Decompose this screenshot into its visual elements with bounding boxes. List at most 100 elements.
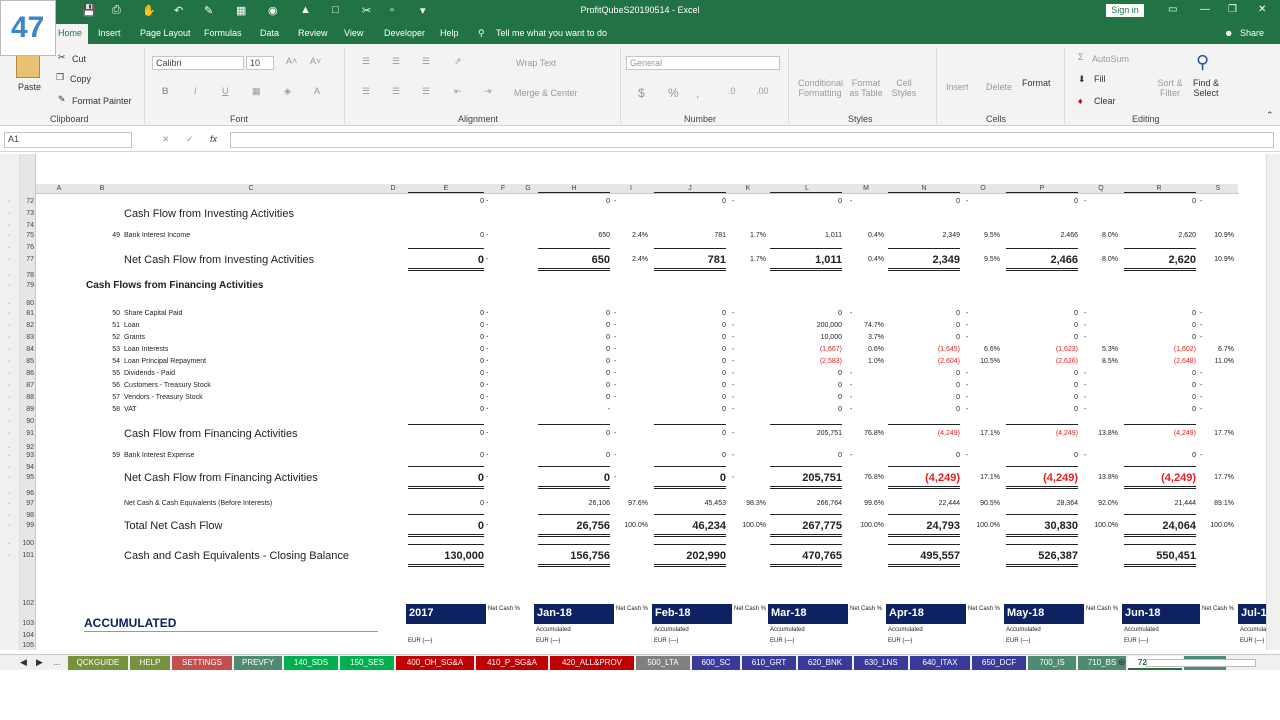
format-cells-button[interactable]: Format [1022, 78, 1051, 88]
pct-cell[interactable]: 74.7% [850, 322, 884, 329]
value-cell[interactable]: 0 [536, 322, 610, 329]
value-cell[interactable]: 0 [406, 358, 484, 365]
outline-marker[interactable]: · [8, 198, 10, 205]
value-cell[interactable]: 650 [536, 232, 610, 239]
value-cell[interactable]: 1,011 [768, 254, 842, 268]
row-header[interactable]: 93 [20, 452, 36, 459]
value-cell[interactable]: 0 [406, 394, 484, 401]
pct-cell[interactable]: - [614, 382, 648, 389]
pct-cell[interactable]: 99.6% [850, 500, 884, 507]
pct-cell[interactable]: 17.7% [1200, 430, 1234, 437]
outline-marker[interactable]: · [8, 358, 10, 365]
value-cell[interactable]: 0 [536, 452, 610, 459]
align-center-icon[interactable]: ☰ [392, 86, 400, 97]
row-header[interactable]: 105 [20, 642, 36, 649]
outdent-icon[interactable]: ⇥ [484, 86, 492, 97]
value-cell[interactable]: 0 [406, 452, 484, 459]
value-cell[interactable]: 2,466 [1004, 232, 1078, 239]
pct-cell[interactable]: - [614, 394, 648, 401]
fill-button[interactable]: Fill [1094, 74, 1106, 84]
row-header[interactable]: 95 [20, 474, 36, 481]
value-cell[interactable]: 2,466 [1004, 254, 1078, 268]
grow-font-icon[interactable]: A˄ [286, 56, 297, 66]
outline-marker[interactable]: · [8, 552, 10, 559]
cut-button[interactable]: Cut [72, 54, 86, 64]
column-header-b[interactable]: B [82, 184, 122, 194]
value-cell[interactable]: 0 [768, 452, 842, 459]
tab-home[interactable]: Home [52, 24, 89, 44]
formula-input[interactable] [230, 132, 1274, 148]
value-cell[interactable]: 0 [1004, 198, 1078, 205]
pct-cell[interactable]: - [1200, 310, 1234, 317]
close-icon[interactable]: ✕ [1258, 4, 1266, 15]
pct-cell[interactable]: 92.0% [1084, 500, 1118, 507]
row-header[interactable]: 94 [20, 464, 36, 471]
row-header[interactable]: 78 [20, 272, 36, 279]
value-cell[interactable]: 2,349 [886, 254, 960, 268]
value-cell[interactable]: 0 [1004, 322, 1078, 329]
share-button[interactable]: Share [1240, 28, 1264, 38]
value-cell[interactable]: (4,249) [886, 472, 960, 486]
value-cell[interactable]: 0 [406, 500, 484, 507]
outline-marker[interactable]: · [8, 490, 10, 497]
wrap-text-button[interactable]: Wrap Text [516, 58, 556, 68]
value-cell[interactable]: 45,453 [652, 500, 726, 507]
value-cell[interactable]: 0 [536, 358, 610, 365]
outline-marker[interactable]: · [8, 370, 10, 377]
pct-cell[interactable]: - [732, 430, 766, 437]
value-cell[interactable]: 156,756 [536, 550, 610, 564]
pct-cell[interactable]: - [1084, 334, 1118, 341]
pct-cell[interactable]: - [614, 334, 648, 341]
row-header[interactable]: 96 [20, 490, 36, 497]
align-top-icon[interactable]: ☰ [362, 56, 370, 67]
pct-cell[interactable]: 10.5% [966, 358, 1000, 365]
value-cell[interactable]: 0 [536, 382, 610, 389]
value-cell[interactable]: 0 [768, 198, 842, 205]
value-cell[interactable]: 0 [1122, 198, 1196, 205]
percent-icon[interactable]: % [668, 86, 679, 100]
sheet-tab[interactable]: ... [48, 656, 66, 670]
column-header-g[interactable]: G [520, 184, 536, 194]
pct-cell[interactable]: - [732, 406, 766, 413]
sheet-tab[interactable]: 500_LTA [636, 656, 690, 670]
value-cell[interactable]: 0 [406, 334, 484, 341]
value-cell[interactable]: 0 [406, 198, 484, 205]
pct-cell[interactable]: - [966, 322, 1000, 329]
pct-cell[interactable]: - [850, 452, 884, 459]
value-cell[interactable]: 0 [536, 430, 610, 437]
value-cell[interactable]: 0 [1122, 310, 1196, 317]
value-cell[interactable]: 0 [406, 430, 484, 437]
pct-cell[interactable]: - [732, 382, 766, 389]
row-header[interactable]: 100 [20, 540, 36, 547]
scroll-tabs-right-icon[interactable]: ▶ [36, 657, 43, 668]
pct-cell[interactable]: 13.8% [1084, 474, 1118, 481]
pct-cell[interactable]: 10.9% [1200, 232, 1234, 239]
italic-icon[interactable]: I [194, 86, 197, 96]
pct-cell[interactable]: 0.4% [850, 256, 884, 263]
value-cell[interactable]: 0 [406, 322, 484, 329]
comma-icon[interactable]: , [696, 86, 699, 100]
share-icon[interactable]: ☻ [1224, 28, 1233, 38]
outline-marker[interactable]: · [8, 500, 10, 507]
number-format-select[interactable]: General [626, 56, 780, 70]
pct-cell[interactable]: - [614, 452, 648, 459]
value-cell[interactable]: 470,765 [768, 550, 842, 564]
sheet-tab[interactable]: 640_ITAX [910, 656, 970, 670]
value-cell[interactable]: 0 [1004, 406, 1078, 413]
value-cell[interactable]: (4,249) [886, 430, 960, 437]
outline-marker[interactable]: · [8, 382, 10, 389]
pct-cell[interactable]: - [614, 474, 648, 481]
row-header[interactable]: 74 [20, 222, 36, 229]
cell-styles-button[interactable]: Cell Styles [890, 78, 918, 98]
pct-cell[interactable]: - [486, 500, 494, 507]
row-header[interactable]: 76 [20, 244, 36, 251]
name-box[interactable]: A1 [4, 132, 132, 148]
pct-cell[interactable]: - [966, 370, 1000, 377]
sheet-tab[interactable]: 600_SC [692, 656, 740, 670]
row-header[interactable]: 102 [20, 600, 36, 607]
row-header[interactable]: 101 [20, 552, 36, 559]
value-cell[interactable]: 650 [536, 254, 610, 268]
font-color-icon[interactable]: A [314, 86, 320, 96]
value-cell[interactable]: 0 [406, 406, 484, 413]
column-header-a[interactable]: A [36, 184, 82, 194]
